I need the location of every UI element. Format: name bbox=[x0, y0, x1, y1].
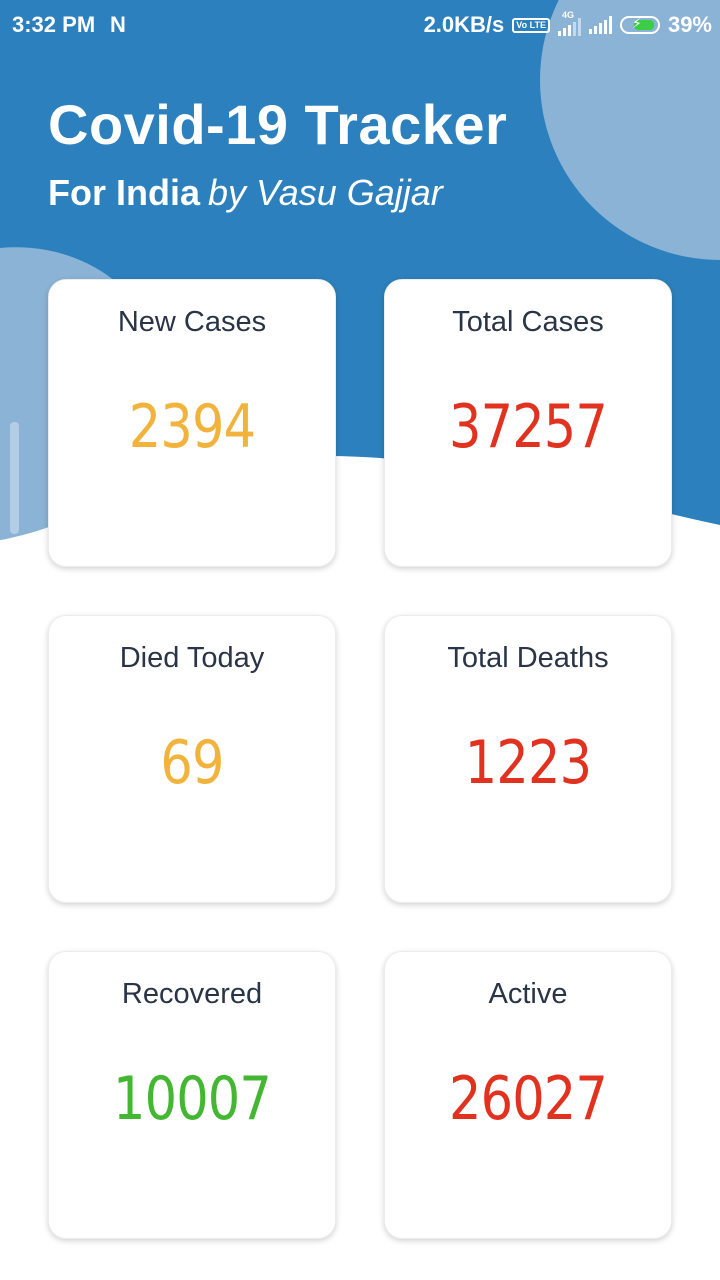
card-died-today[interactable]: Died Today 69 bbox=[48, 615, 336, 903]
status-bar: 3:32 PM N 2.0KB/s Vo LTE 4G ⚡ 39% bbox=[0, 0, 720, 52]
card-label: Active bbox=[488, 978, 568, 1010]
signal-icon bbox=[588, 16, 612, 34]
scroll-indicator[interactable] bbox=[10, 422, 19, 534]
net-speed: 2.0KB/s bbox=[423, 12, 505, 37]
volte-icon: Vo LTE bbox=[512, 17, 550, 33]
card-label: Died Today bbox=[119, 642, 265, 674]
card-label: Recovered bbox=[121, 978, 263, 1010]
card-new-cases[interactable]: New Cases 2394 bbox=[48, 279, 336, 567]
subtitle-author: by Vasu Gajjar bbox=[208, 172, 443, 213]
signal-4g-icon: 4G bbox=[557, 10, 581, 36]
notification-icon: N bbox=[110, 12, 126, 37]
card-label: Total Deaths bbox=[447, 642, 609, 674]
battery-percent: 39% bbox=[667, 12, 712, 37]
card-value: 37257 bbox=[449, 392, 608, 462]
subtitle-region: For India bbox=[48, 172, 200, 213]
card-recovered[interactable]: Recovered 10007 bbox=[48, 951, 336, 1239]
card-value: 2394 bbox=[128, 392, 256, 462]
app-title: Covid-19 Tracker bbox=[48, 93, 508, 156]
card-value: 10007 bbox=[113, 1064, 272, 1134]
battery-icon: ⚡ bbox=[619, 15, 660, 34]
net-type: 4G bbox=[561, 10, 574, 20]
card-total-deaths[interactable]: Total Deaths 1223 bbox=[384, 615, 672, 903]
card-label: New Cases bbox=[117, 306, 267, 338]
status-right: 2.0KB/s Vo LTE 4G ⚡ 39% bbox=[423, 10, 712, 38]
card-value: 69 bbox=[160, 728, 224, 798]
card-total-cases[interactable]: Total Cases 37257 bbox=[384, 279, 672, 567]
app-subtitle: For India by Vasu Gajjar bbox=[48, 172, 443, 214]
card-value: 1223 bbox=[464, 728, 592, 798]
card-active[interactable]: Active 26027 bbox=[384, 951, 672, 1239]
card-label: Total Cases bbox=[452, 306, 604, 338]
card-value: 26027 bbox=[449, 1064, 608, 1134]
status-time: 3:32 PM bbox=[12, 12, 96, 37]
